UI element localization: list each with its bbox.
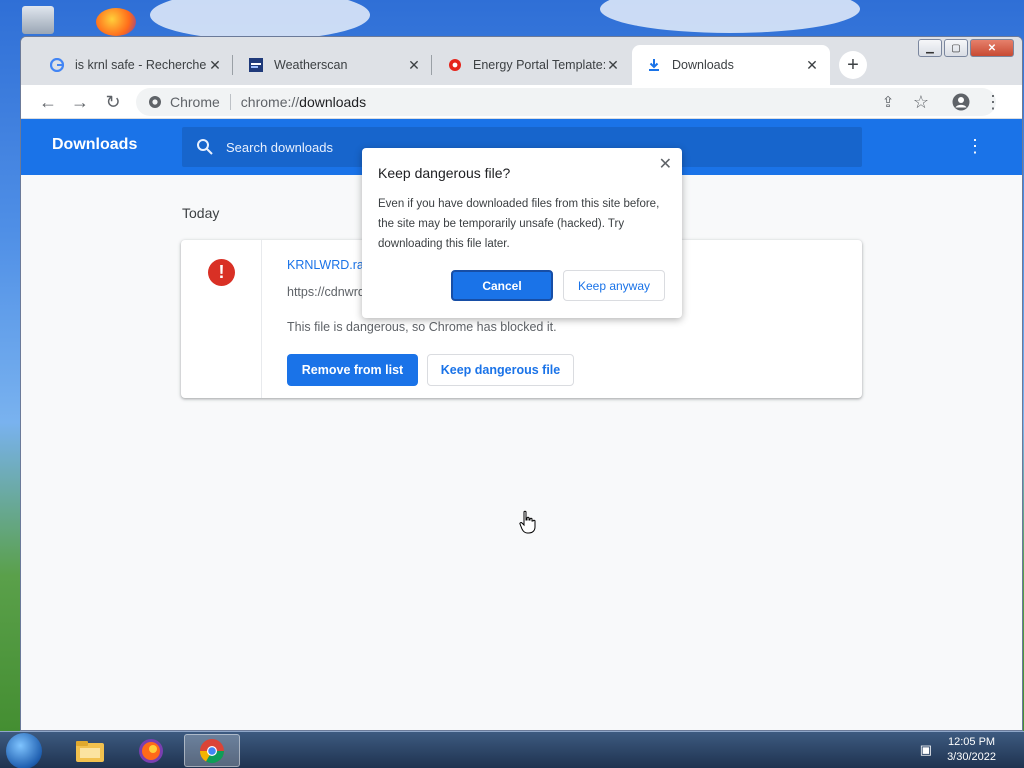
network-icon[interactable]: ▣	[920, 742, 932, 758]
keep-dangerous-file-dialog: Keep dangerous file? ✕ Even if you have …	[362, 148, 682, 318]
taskbar-explorer-icon[interactable]	[62, 734, 118, 767]
tab-separator	[232, 55, 233, 75]
taskbar-chrome-icon[interactable]	[184, 734, 240, 767]
keep-dangerous-file-button[interactable]: Keep dangerous file	[427, 354, 574, 386]
browser-menu-icon[interactable]: ⋮	[982, 91, 1004, 113]
new-tab-button[interactable]: +	[839, 51, 867, 79]
forward-arrow-icon[interactable]: →	[69, 91, 91, 113]
tab-close-icon[interactable]: ✕	[406, 57, 422, 73]
taskbar-firefox-icon[interactable]	[123, 734, 179, 767]
remove-from-list-button[interactable]: Remove from list	[287, 354, 418, 386]
browser-window: is krnl safe - Recherche G ✕ Weatherscan…	[20, 36, 1023, 731]
clock-time: 12:05 PM	[947, 736, 996, 748]
browser-toolbar: ← → ↻ Chrome chrome://downloads ⇪ ☆ ⋮	[21, 85, 1022, 119]
weatherscan-icon	[248, 57, 264, 73]
desktop-cloud	[600, 0, 860, 33]
dialog-cancel-button[interactable]: Cancel	[451, 270, 553, 301]
address-bar[interactable]: Chrome chrome://downloads	[136, 88, 996, 116]
chrome-chip-label: Chrome	[170, 94, 220, 110]
tab-separator	[431, 55, 432, 75]
tab-downloads[interactable]: Downloads ✕	[632, 45, 830, 85]
tab-title: is krnl safe - Recherche G	[75, 58, 207, 72]
tab-title: Energy Portal Template: V	[473, 58, 605, 72]
dialog-message: Even if you have downloaded files from t…	[378, 198, 660, 250]
search-icon	[197, 139, 213, 155]
date-section-label: Today	[182, 205, 220, 221]
window-close-button[interactable]: ✕	[970, 39, 1014, 57]
search-placeholder: Search downloads	[226, 139, 333, 155]
tab-weatherscan[interactable]: Weatherscan ✕	[234, 45, 432, 85]
chrome-chip: Chrome	[148, 94, 220, 110]
google-icon	[49, 57, 65, 73]
bookmark-star-icon[interactable]: ☆	[910, 91, 932, 113]
tab-google-search[interactable]: is krnl safe - Recherche G ✕	[35, 45, 233, 85]
reload-icon[interactable]: ↻	[102, 91, 124, 113]
recycle-bin-icon[interactable]	[22, 6, 54, 34]
firefox-desktop-icon[interactable]	[96, 8, 136, 36]
tab-energy-portal[interactable]: Energy Portal Template: V ✕	[433, 45, 631, 85]
download-status-text: This file is dangerous, so Chrome has bl…	[287, 320, 557, 334]
page-title: Downloads	[52, 136, 138, 153]
url-scheme: chrome://	[240, 94, 300, 110]
share-icon[interactable]: ⇪	[877, 91, 899, 113]
taskbar: ▣ 12:05 PM 3/30/2022	[0, 731, 1024, 768]
profile-avatar-icon[interactable]	[950, 91, 972, 113]
downloads-menu-icon[interactable]: ⋮	[966, 136, 984, 157]
omnibox-divider	[229, 94, 231, 110]
clock-date: 3/30/2022	[947, 751, 996, 763]
desktop-cloud	[150, 0, 370, 40]
tab-strip: is krnl safe - Recherche G ✕ Weatherscan…	[21, 37, 1022, 85]
download-file-name[interactable]: KRNLWRD.rar	[287, 258, 368, 272]
minimize-button[interactable]: ▁	[918, 39, 942, 57]
url-text: chrome://downloads	[241, 94, 366, 110]
download-icon	[646, 57, 662, 73]
tab-close-icon[interactable]: ✕	[605, 57, 621, 73]
dialog-close-icon[interactable]: ✕	[659, 154, 672, 174]
danger-warning-icon: !	[208, 259, 235, 286]
back-arrow-icon[interactable]: ←	[37, 91, 59, 113]
tab-title: Downloads	[672, 58, 734, 72]
downloads-page: Downloads Search downloads ⋮ Today ! KRN…	[21, 119, 1022, 730]
tab-close-icon[interactable]: ✕	[207, 57, 223, 73]
tab-close-icon[interactable]: ✕	[804, 57, 820, 73]
dialog-keep-anyway-button[interactable]: Keep anyway	[563, 270, 665, 301]
download-item-icon-column: !	[181, 240, 262, 398]
start-button[interactable]	[6, 733, 42, 768]
maximize-button[interactable]: ▢	[944, 39, 968, 57]
dialog-title: Keep dangerous file?	[378, 165, 511, 181]
url-host: downloads	[299, 94, 367, 110]
opera-icon	[447, 57, 463, 73]
chrome-logo-icon	[149, 96, 161, 108]
hand-cursor-icon	[519, 510, 536, 534]
system-clock[interactable]: 12:05 PM 3/30/2022	[947, 735, 996, 765]
tab-title: Weatherscan	[274, 58, 348, 72]
